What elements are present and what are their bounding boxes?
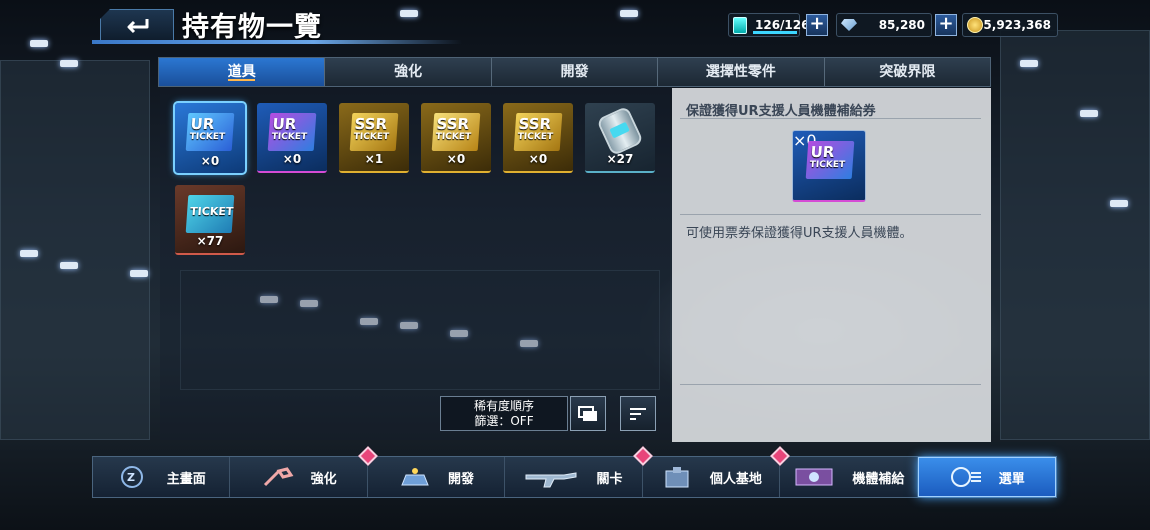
divider [680,214,981,215]
nav-home[interactable]: Z 主畫面 [93,457,231,497]
nav-stages[interactable]: 關卡 [505,446,653,497]
gem-icon [841,19,857,31]
tab-limit-break[interactable]: 突破界限 [825,58,990,86]
page-title: 持有物一覽 [182,12,322,43]
item-slot-ssr-ticket[interactable]: SSR TICKET ×1 [339,103,409,173]
home-icon: Z [117,465,151,489]
base-icon [660,465,694,489]
ssr-mech-ticket-icon: SSR TICKET [513,113,563,151]
item-quantity: ×0 [446,152,466,166]
nav-personal-base[interactable]: 個人基地 [643,446,791,497]
ticket-icon: TICKET [185,195,235,233]
item-quantity: ×0 [200,154,220,168]
battery-icon [733,17,747,34]
item-slot-ur-mech-ticket[interactable]: UR TICKET ×0 [257,103,327,173]
wrench-icon [261,465,295,489]
svg-text:Z: Z [127,471,135,484]
ssr-ticket-icon: SSR TICKET [349,113,399,151]
canister-icon [596,105,644,157]
coin-counter: 5,923,368 [962,13,1058,37]
back-button[interactable] [100,9,174,41]
sort-label: 稀有度順序 [473,399,534,413]
add-stamina-button[interactable]: + [806,14,828,36]
ur-mech-ticket-icon: UR TICKET [267,113,317,151]
develop-icon [398,465,432,489]
item-slot-ssr-mech-ticket[interactable]: SSR TICKET ×0 [421,103,491,173]
supply-icon [792,465,836,489]
nav-menu[interactable]: 選單 [917,457,1056,497]
bottom-navigation: Z 主畫面 強化 開發 關卡 個人基地 機體補給 選單 [92,446,1057,498]
category-tabs: 道具 強化 開發 選擇性零件 突破界限 [158,57,991,87]
item-slot-ur-ticket[interactable]: UR TICKET ×0 [173,101,247,175]
item-detail-image: UR TICKET ×0 [792,130,866,202]
ssr-mech-ticket-icon: SSR TICKET [431,113,481,151]
nav-enhance[interactable]: 強化 [230,446,378,497]
sort-direction-button[interactable] [620,396,656,431]
item-slot-canister[interactable]: ×27 [585,103,655,173]
sort-order-button[interactable]: 稀有度順序 篩選：OFF [440,396,568,431]
ur-mech-ticket-icon: UR TICKET [805,141,855,179]
sort-lines-icon [630,407,646,420]
divider [680,118,981,119]
item-grid: UR TICKET ×0 UR TICKET ×0 SSR TICKET ×1 SSR… [160,88,670,440]
stamina-counter: 126/126 [728,13,809,37]
item-quantity: ×77 [196,234,224,248]
item-slot-ticket[interactable]: TICKET ×77 [175,185,245,255]
add-gems-button[interactable]: + [935,14,957,36]
tab-enhance[interactable]: 強化 [325,58,492,86]
rifle-icon [524,465,580,489]
item-quantity: ×27 [606,152,634,166]
item-detail-name: 保證獲得UR支援人員機體補給券 [686,104,876,119]
stamina-bar [753,31,797,34]
item-description: 可使用票券保證獲得UR支援人員機體。 [686,226,913,241]
tab-develop[interactable]: 開發 [492,58,659,86]
nav-develop[interactable]: 開發 [368,457,506,497]
title-underline [92,40,462,44]
filter-status: 篩選：OFF [474,414,534,428]
item-quantity: ×1 [364,152,384,166]
tab-items[interactable]: 道具 [159,58,326,86]
item-detail-panel: 保證獲得UR支援人員機體補給券 UR TICKET ×0 可使用票券保證獲得UR支… [672,88,991,442]
divider [680,384,981,385]
item-slot-ssr-mech-ticket-2[interactable]: SSR TICKET ×0 [503,103,573,173]
ur-ticket-icon: UR TICKET [185,113,235,151]
item-quantity: ×0 [282,152,302,166]
gem-counter: 85,280 [836,13,932,37]
menu-icon [949,465,983,489]
tab-optional-parts[interactable]: 選擇性零件 [658,58,825,86]
item-quantity: ×0 [528,152,548,166]
back-arrow-icon [127,19,149,34]
cards-icon [578,405,597,421]
coin-icon [967,17,983,33]
view-toggle-button[interactable] [570,396,606,431]
nav-mech-supply[interactable]: 機體補給 [780,457,918,497]
